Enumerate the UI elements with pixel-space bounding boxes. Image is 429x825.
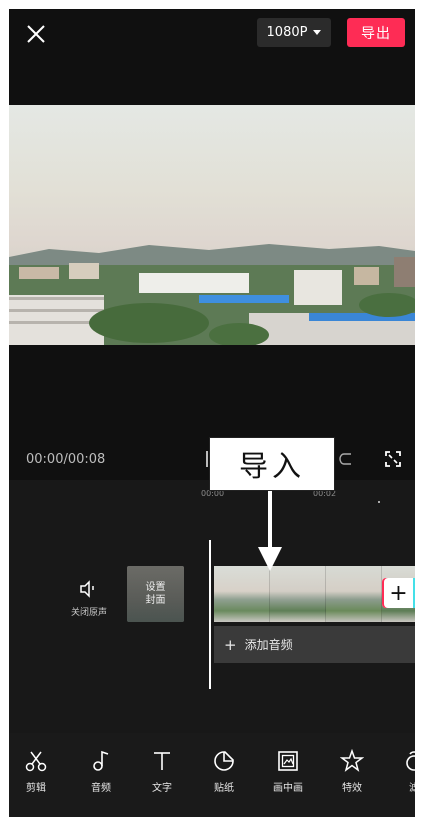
- fullscreen-icon[interactable]: [384, 450, 402, 468]
- mute-label: 关闭原声: [70, 608, 107, 618]
- tool-edit[interactable]: 剪辑: [11, 749, 61, 794]
- tool-text[interactable]: 文字: [137, 749, 187, 794]
- resolution-label: 1080P: [266, 25, 308, 40]
- add-audio-button[interactable]: + 添加音频: [214, 626, 415, 663]
- mute-original-audio-button[interactable]: 关闭原声: [67, 579, 111, 618]
- export-button[interactable]: 导出: [347, 18, 405, 47]
- tool-label: 特效: [342, 783, 362, 794]
- effects-star-icon: [340, 749, 364, 772]
- tool-label: 滤: [409, 783, 415, 794]
- annotation-arrow-icon: [258, 491, 282, 571]
- time-display: 00:00/00:08: [26, 452, 106, 467]
- cover-label-line2: 封面: [145, 595, 166, 606]
- scissors-icon: [25, 751, 47, 772]
- play-button[interactable]: [206, 451, 208, 467]
- plus-icon: +: [224, 635, 237, 654]
- filter-icon: [406, 751, 415, 771]
- clip-frame: [326, 566, 382, 622]
- add-audio-label: 添加音频: [244, 638, 293, 652]
- video-editor-screen: 1080P 导出 00:00/00:08 00:00 00:02 关闭原声 设置…: [9, 9, 415, 817]
- video-preview[interactable]: [9, 105, 415, 345]
- caret-down-icon: [313, 30, 322, 35]
- tool-label: 音频: [91, 783, 111, 794]
- tool-filter[interactable]: 滤: [389, 749, 415, 794]
- picture-in-picture-icon: [278, 751, 298, 771]
- tool-label: 画中画: [273, 783, 303, 794]
- tool-label: 贴纸: [214, 783, 234, 794]
- tool-label: 文字: [152, 783, 172, 794]
- speaker-icon: [80, 580, 94, 598]
- tool-audio[interactable]: 音频: [76, 749, 126, 794]
- add-clip-button[interactable]: +: [382, 578, 415, 608]
- close-button[interactable]: [21, 19, 51, 49]
- tool-sticker[interactable]: 贴纸: [199, 749, 249, 794]
- ruler-dot: [378, 501, 380, 503]
- redo-icon[interactable]: [339, 450, 357, 468]
- timeline-playhead[interactable]: [209, 540, 211, 689]
- sticker-icon: [214, 751, 234, 771]
- music-note-icon: [93, 750, 109, 771]
- tool-pip[interactable]: 画中画: [263, 749, 313, 794]
- bottom-toolbar: 剪辑 音频 文字 贴纸 画中画 特效 滤: [9, 733, 415, 817]
- clip-frame: [270, 566, 326, 622]
- set-cover-button[interactable]: 设置 封面: [127, 566, 184, 622]
- close-icon: [27, 25, 45, 43]
- text-icon: [154, 752, 170, 770]
- cover-label-line1: 设置: [145, 582, 166, 593]
- resolution-selector[interactable]: 1080P: [257, 18, 331, 47]
- annotation-label: 导入: [209, 437, 335, 491]
- city-skyline: [9, 257, 415, 345]
- tool-label: 剪辑: [26, 783, 46, 794]
- clip-frame: [214, 566, 270, 622]
- tool-effects[interactable]: 特效: [327, 749, 377, 794]
